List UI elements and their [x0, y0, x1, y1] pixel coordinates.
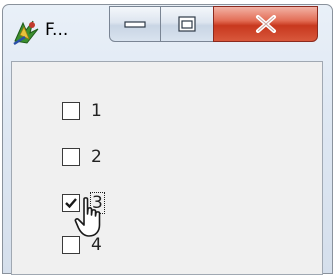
window-title: F...: [45, 20, 69, 40]
minimize-button[interactable]: [109, 6, 161, 42]
checkbox-label: 2: [91, 147, 102, 167]
checkbox-2[interactable]: 2: [62, 144, 103, 170]
title-bar[interactable]: F...: [3, 5, 332, 57]
close-icon: [255, 15, 276, 33]
close-button[interactable]: [213, 6, 318, 42]
maximize-button[interactable]: [160, 6, 214, 42]
app-window: F... 1 2 3 4: [2, 4, 333, 275]
checkbox-box[interactable]: [62, 148, 80, 166]
client-area: 1 2 3 4: [11, 61, 323, 275]
maximize-icon: [178, 16, 196, 32]
app-icon: [13, 20, 39, 46]
minimize-icon: [124, 21, 146, 28]
checkbox-1[interactable]: 1: [62, 98, 103, 124]
checkbox-label: 1: [91, 101, 102, 121]
hand-pointer-icon: [74, 197, 101, 237]
checkbox-box[interactable]: [62, 102, 80, 120]
